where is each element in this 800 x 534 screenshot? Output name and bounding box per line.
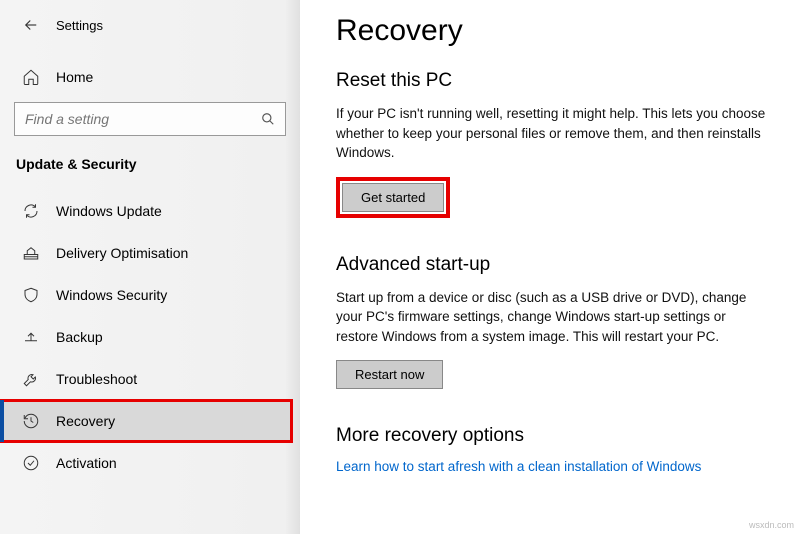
page-title: Recovery xyxy=(336,14,770,48)
get-started-button[interactable]: Get started xyxy=(342,183,444,212)
sidebar-item-label: Troubleshoot xyxy=(56,371,137,387)
sidebar-item-label: Backup xyxy=(56,329,103,345)
more-title: More recovery options xyxy=(336,425,770,447)
sidebar: Settings Home Update & Security Windows … xyxy=(0,0,300,534)
sync-icon xyxy=(22,202,40,220)
app-title: Settings xyxy=(56,18,103,33)
watermark: wsxdn.com xyxy=(749,520,794,530)
sidebar-item-label: Delivery Optimisation xyxy=(56,245,188,261)
sidebar-item-activation[interactable]: Activation xyxy=(0,442,300,484)
sidebar-item-troubleshoot[interactable]: Troubleshoot xyxy=(0,358,300,400)
sidebar-item-label: Recovery xyxy=(56,413,115,429)
sidebar-item-windows-update[interactable]: Windows Update xyxy=(0,190,300,232)
home-icon xyxy=(22,68,40,86)
delivery-icon xyxy=(22,244,40,262)
advanced-title: Advanced start-up xyxy=(336,254,770,276)
sidebar-item-backup[interactable]: Backup xyxy=(0,316,300,358)
sidebar-item-label: Windows Security xyxy=(56,287,167,303)
wrench-icon xyxy=(22,370,40,388)
home-nav-item[interactable]: Home xyxy=(14,60,300,102)
backup-icon xyxy=(22,328,40,346)
check-circle-icon xyxy=(22,454,40,472)
category-label: Update & Security xyxy=(16,156,300,172)
sidebar-item-recovery[interactable]: Recovery xyxy=(0,400,292,442)
restart-now-button[interactable]: Restart now xyxy=(336,360,443,389)
advanced-section: Advanced start-up Start up from a device… xyxy=(336,254,770,390)
reset-description: If your PC isn't running well, resetting… xyxy=(336,104,770,163)
nav-list: Windows Update Delivery Optimisation Win… xyxy=(14,190,300,484)
back-arrow-icon[interactable] xyxy=(20,14,42,36)
more-section: More recovery options Learn how to start… xyxy=(336,425,770,474)
shield-icon xyxy=(22,286,40,304)
header-row: Settings xyxy=(14,14,300,36)
history-icon xyxy=(22,412,40,430)
clean-install-link[interactable]: Learn how to start afresh with a clean i… xyxy=(336,459,701,474)
home-label: Home xyxy=(56,69,93,85)
sidebar-item-delivery-optimisation[interactable]: Delivery Optimisation xyxy=(0,232,300,274)
advanced-description: Start up from a device or disc (such as … xyxy=(336,288,770,347)
sidebar-item-label: Windows Update xyxy=(56,203,162,219)
reset-title: Reset this PC xyxy=(336,70,770,92)
search-input[interactable] xyxy=(25,111,261,127)
reset-section: Reset this PC If your PC isn't running w… xyxy=(336,70,770,218)
search-icon xyxy=(261,112,275,126)
sidebar-item-windows-security[interactable]: Windows Security xyxy=(0,274,300,316)
main-content: Recovery Reset this PC If your PC isn't … xyxy=(300,0,800,534)
get-started-highlight: Get started xyxy=(336,177,450,218)
sidebar-item-label: Activation xyxy=(56,455,117,471)
search-input-container[interactable] xyxy=(14,102,286,136)
